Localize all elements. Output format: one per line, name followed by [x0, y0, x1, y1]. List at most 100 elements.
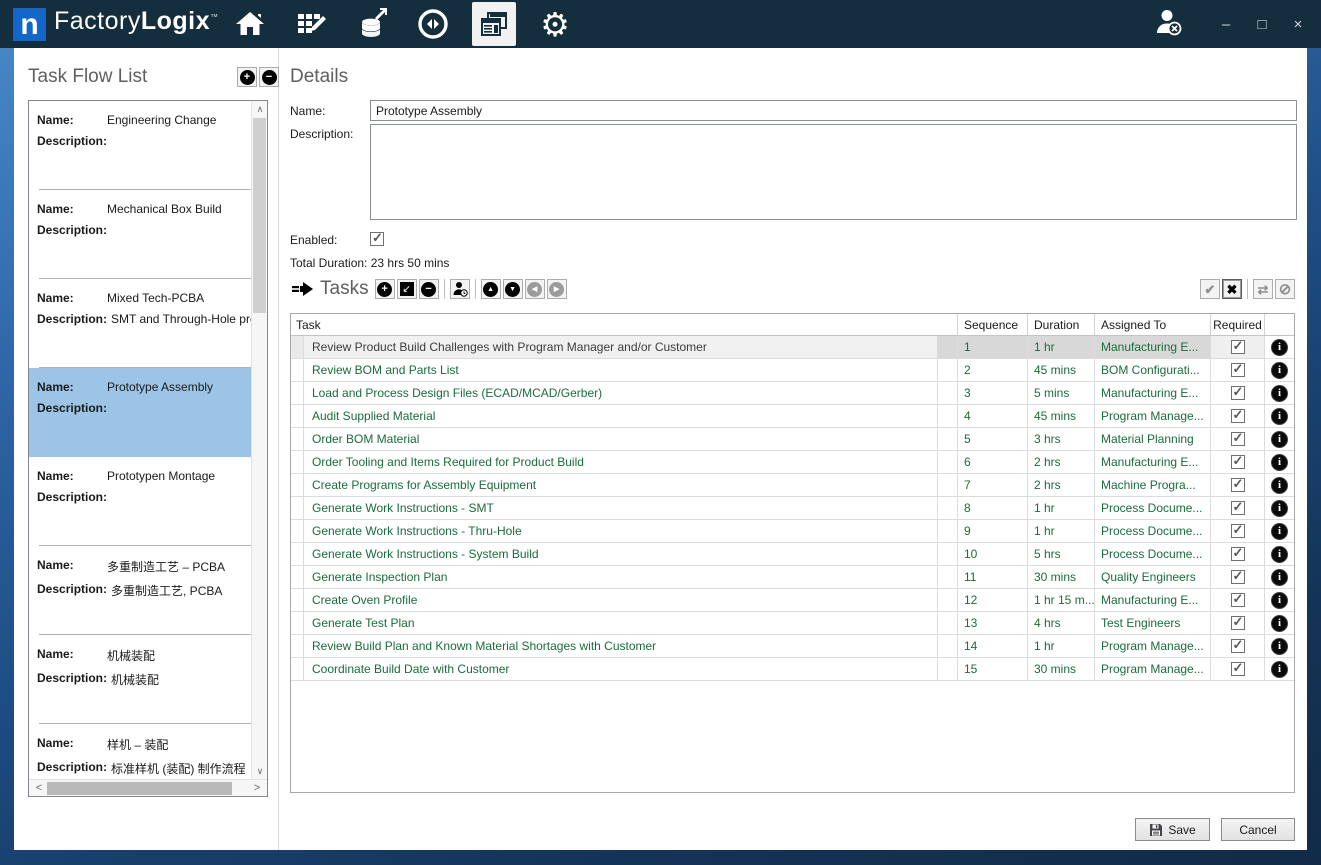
task-table-row[interactable]: Review Product Build Challenges with Pro… [291, 336, 1294, 359]
required-checkbox[interactable] [1231, 501, 1245, 515]
duration-cell[interactable]: 30 mins [1028, 658, 1095, 680]
info-icon[interactable]: i [1271, 523, 1288, 540]
required-checkbox[interactable] [1231, 639, 1245, 653]
sequence-cell[interactable]: 14 [958, 635, 1028, 657]
info-icon[interactable]: i [1271, 500, 1288, 517]
info-icon[interactable]: i [1271, 477, 1288, 494]
duration-cell[interactable]: 5 mins [1028, 382, 1095, 404]
name-input[interactable] [370, 100, 1297, 121]
duration-cell[interactable]: 45 mins [1028, 359, 1095, 381]
sequence-cell[interactable]: 2 [958, 359, 1028, 381]
duration-cell[interactable]: 1 hr [1028, 497, 1095, 519]
info-icon[interactable]: i [1271, 569, 1288, 586]
enabled-checkbox[interactable] [370, 232, 384, 246]
required-checkbox[interactable] [1231, 616, 1245, 630]
sequence-cell[interactable]: 7 [958, 474, 1028, 496]
task-table-row[interactable]: Generate Inspection Plan 11 30 mins Qual… [291, 566, 1294, 589]
horizontal-scroll-thumb[interactable] [47, 782, 232, 795]
move-task-right-button[interactable]: ▶ [547, 279, 567, 299]
horizontal-scrollbar[interactable]: < > [29, 779, 267, 796]
block-task-button[interactable]: ⊘ [1275, 279, 1295, 299]
required-checkbox[interactable] [1231, 524, 1245, 538]
task-name-cell[interactable]: Review Product Build Challenges with Pro… [304, 336, 938, 358]
task-name-cell[interactable]: Review Build Plan and Known Material Sho… [304, 635, 938, 657]
add-task-flow-button[interactable]: + [237, 67, 257, 87]
scroll-down-icon[interactable]: ∨ [252, 763, 268, 779]
duration-cell[interactable]: 2 hrs [1028, 474, 1095, 496]
duration-cell[interactable]: 1 hr 15 m... [1028, 589, 1095, 611]
assigned-to-cell[interactable]: Process Docume... [1095, 520, 1211, 542]
info-icon[interactable]: i [1271, 546, 1288, 563]
nav-sync-icon[interactable] [411, 2, 455, 46]
check-all-button[interactable]: ✔ [1200, 279, 1220, 299]
task-flow-item[interactable]: Name:Mechanical Box Build Description: [29, 190, 251, 279]
task-table-row[interactable]: Create Programs for Assembly Equipment 7… [291, 474, 1294, 497]
task-table-row[interactable]: Generate Work Instructions - Thru-Hole 9… [291, 520, 1294, 543]
task-name-cell[interactable]: Generate Inspection Plan [304, 566, 938, 588]
task-table-row[interactable]: Review Build Plan and Known Material Sho… [291, 635, 1294, 658]
duration-cell[interactable]: 4 hrs [1028, 612, 1095, 634]
required-checkbox[interactable] [1231, 662, 1245, 676]
task-flow-item[interactable]: Name:机械装配 Description:机械装配 [29, 635, 251, 724]
task-flow-item[interactable]: Name:Engineering Change Description: [29, 101, 251, 190]
move-task-down-button[interactable]: ▼ [503, 279, 523, 299]
assigned-to-cell[interactable]: Quality Engineers [1095, 566, 1211, 588]
sequence-cell[interactable]: 5 [958, 428, 1028, 450]
task-name-cell[interactable]: Audit Supplied Material [304, 405, 938, 427]
assigned-to-cell[interactable]: Manufacturing E... [1095, 589, 1211, 611]
sequence-cell[interactable]: 15 [958, 658, 1028, 680]
required-checkbox[interactable] [1231, 340, 1245, 354]
required-checkbox[interactable] [1231, 386, 1245, 400]
info-icon[interactable]: i [1271, 408, 1288, 425]
nav-materials-icon[interactable] [350, 2, 394, 46]
insert-task-button[interactable]: ↙ [397, 279, 417, 299]
sequence-cell[interactable]: 11 [958, 566, 1028, 588]
add-task-button[interactable]: + [375, 279, 395, 299]
task-table-row[interactable]: Order Tooling and Items Required for Pro… [291, 451, 1294, 474]
column-header-required[interactable]: Required [1211, 314, 1265, 335]
info-icon[interactable]: i [1271, 661, 1288, 678]
assigned-to-cell[interactable]: BOM Configurati... [1095, 359, 1211, 381]
task-flow-item[interactable]: Name:Prototype Assembly Description: [29, 368, 251, 457]
required-checkbox[interactable] [1231, 432, 1245, 446]
assigned-to-cell[interactable]: Manufacturing E... [1095, 336, 1211, 358]
panel-splitter[interactable] [278, 48, 279, 850]
info-icon[interactable]: i [1271, 592, 1288, 609]
scroll-left-icon[interactable]: < [31, 780, 47, 796]
task-name-cell[interactable]: Generate Work Instructions - Thru-Hole [304, 520, 938, 542]
task-table-row[interactable]: Load and Process Design Files (ECAD/MCAD… [291, 382, 1294, 405]
assigned-to-cell[interactable]: Program Manage... [1095, 635, 1211, 657]
sequence-cell[interactable]: 4 [958, 405, 1028, 427]
scroll-up-icon[interactable]: ∧ [252, 101, 268, 117]
close-button[interactable]: × [1287, 16, 1309, 33]
info-icon[interactable]: i [1271, 454, 1288, 471]
info-icon[interactable]: i [1271, 431, 1288, 448]
task-name-cell[interactable]: Order Tooling and Items Required for Pro… [304, 451, 938, 473]
nav-planning-icon[interactable] [289, 2, 333, 46]
duration-cell[interactable]: 5 hrs [1028, 543, 1095, 565]
save-button[interactable]: Save [1135, 818, 1210, 841]
task-table-row[interactable]: Generate Work Instructions - SMT 8 1 hr … [291, 497, 1294, 520]
duration-cell[interactable]: 1 hr [1028, 520, 1095, 542]
assigned-to-cell[interactable]: Material Planning [1095, 428, 1211, 450]
uncheck-all-button[interactable]: ✖ [1222, 279, 1242, 299]
assigned-to-cell[interactable]: Machine Progra... [1095, 474, 1211, 496]
assigned-to-cell[interactable]: Test Engineers [1095, 612, 1211, 634]
task-name-cell[interactable]: Coordinate Build Date with Customer [304, 658, 938, 680]
sequence-cell[interactable]: 3 [958, 382, 1028, 404]
duration-cell[interactable]: 2 hrs [1028, 451, 1095, 473]
column-header-assigned-to[interactable]: Assigned To [1095, 314, 1211, 335]
info-icon[interactable]: i [1271, 339, 1288, 356]
task-table-row[interactable]: Generate Test Plan 13 4 hrs Test Enginee… [291, 612, 1294, 635]
minimize-button[interactable]: – [1215, 16, 1237, 33]
required-checkbox[interactable] [1231, 409, 1245, 423]
required-checkbox[interactable] [1231, 593, 1245, 607]
cancel-button[interactable]: Cancel [1221, 818, 1295, 841]
duration-cell[interactable]: 1 hr [1028, 635, 1095, 657]
task-name-cell[interactable]: Order BOM Material [304, 428, 938, 450]
required-checkbox[interactable] [1231, 570, 1245, 584]
assigned-to-cell[interactable]: Manufacturing E... [1095, 382, 1211, 404]
sequence-cell[interactable]: 13 [958, 612, 1028, 634]
sequence-cell[interactable]: 8 [958, 497, 1028, 519]
task-table-row[interactable]: Generate Work Instructions - System Buil… [291, 543, 1294, 566]
